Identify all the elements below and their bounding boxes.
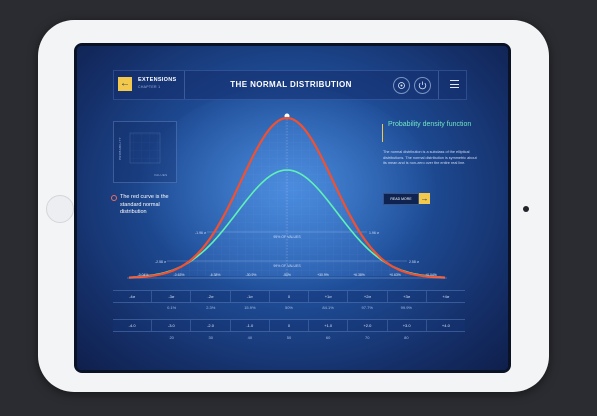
table-cell: 20 (169, 335, 174, 340)
sigma-label-right-99: 2.58 σ (409, 260, 420, 264)
table-cell: 97.7% (361, 305, 373, 310)
table-cell: 2.3% (206, 305, 216, 310)
x-tick-label: -30.9% (246, 273, 257, 277)
table-cell: -3σ (152, 291, 192, 302)
table-cell (426, 302, 465, 313)
table-cell: +2.0 (348, 320, 388, 331)
table-cell: 15.9% (244, 305, 256, 310)
camera-icon (523, 206, 529, 212)
table-cell (426, 332, 465, 343)
table-cell: 50% (284, 305, 293, 310)
table-row-cumulative: 0.1% 2.3% 15.9% 50% 84.1% 97.7% 99.9% (113, 302, 465, 313)
x-tick-label: +0.04% (425, 273, 437, 277)
table-cell: 30 (208, 335, 213, 340)
table-cell: 60 (325, 335, 331, 340)
band-label-99: 99% OF VALUES (273, 264, 301, 268)
x-tick-labels: -0.04% -0.63% -6.38% -30.9% -50% +30.9% +6.38%… (138, 273, 437, 277)
mini-chart-y-label: PROBABILITY (118, 137, 122, 160)
read-more-button[interactable]: READ MORE (383, 193, 419, 205)
page-title: THE NORMAL DISTRIBUTION (230, 80, 352, 89)
table-cell: +4.0 (441, 323, 450, 328)
x-tick-label: +6.38% (353, 273, 365, 277)
table-cell (113, 332, 152, 343)
mini-chart-x-label: VALUES (154, 173, 168, 177)
power-button[interactable] (414, 77, 431, 94)
mini-chart: PROBABILITY VALUES (113, 121, 177, 183)
back-arrow-icon[interactable]: ← (118, 77, 132, 91)
info-description: The normal distribution is a subclass of… (383, 150, 477, 166)
power-icon (418, 81, 427, 90)
band-label-95: 95% OF VALUES (273, 235, 301, 239)
x-tick-label: -0.63% (174, 273, 185, 277)
table-cell: 70 (364, 335, 370, 340)
sigma-label-left-95: -1.96 σ (195, 231, 207, 235)
sigma-label-right-95: 1.96 σ (369, 231, 380, 235)
info-title: Probability density function (388, 121, 472, 128)
table-cell: 80 (404, 335, 409, 340)
sigma-label-left-99: -2.58 σ (155, 260, 167, 264)
table-cell: +3.0 (388, 320, 427, 331)
legend-note: The red curve is the standard normal dis… (111, 194, 183, 217)
table-cell: -4.0 (113, 320, 153, 331)
red-curve-legend-icon (111, 195, 117, 201)
table-cell (113, 302, 152, 313)
table-cell: -3.0 (152, 320, 192, 331)
gear-icon (398, 82, 405, 89)
table-cell: +4σ (442, 294, 450, 299)
header-bar: ← EXTENSIONS CHAPTER 1 THE NORMAL DISTRI… (113, 70, 467, 100)
chapter-label: CHAPTER 1 (138, 85, 161, 89)
table-cell: -4σ (113, 291, 153, 302)
tablet-screen: -1.96 σ 1.96 σ -2.58 σ 2.58 σ 95% OF VAL… (74, 43, 511, 373)
settings-gear-icon[interactable] (393, 77, 410, 94)
header-divider-right (438, 71, 439, 99)
menu-icon[interactable] (450, 80, 459, 88)
table-cell: -2σ (191, 291, 231, 302)
home-button[interactable] (46, 195, 74, 223)
title-accent-bar (382, 124, 383, 142)
x-tick-label: -6.38% (210, 273, 221, 277)
table-cell: 84.1% (322, 305, 334, 310)
extensions-label[interactable]: EXTENSIONS (138, 77, 176, 83)
table-cell: 50 (286, 335, 292, 340)
table-cell: 0.1% (167, 305, 177, 310)
table-cell: 99.9% (400, 305, 412, 310)
x-tick-label: +30.9% (317, 273, 329, 277)
legend-note-text: The red curve is the standard normal dis… (120, 194, 169, 215)
table-row-tscore: 20 30 40 50 60 70 80 (113, 332, 465, 343)
table-cell: -2.0 (191, 320, 231, 331)
table-cell: +2σ (348, 291, 388, 302)
table-cell: 0 (270, 320, 310, 331)
table-cell: +3σ (388, 291, 427, 302)
x-tick-label: +0.63% (389, 273, 401, 277)
table-cell: 0 (270, 291, 310, 302)
table-row-zscore: -4.0 -3.0 -2.0 -1.0 0 +1.0 +2.0 +3.0 +4.… (113, 319, 465, 332)
table-cell: -1σ (231, 291, 270, 302)
x-tick-label: -50% (283, 273, 291, 277)
table-cell: 40 (247, 335, 253, 340)
table-cell: +1.0 (309, 320, 349, 331)
app-canvas: -1.96 σ 1.96 σ -2.58 σ 2.58 σ 95% OF VAL… (77, 46, 508, 370)
x-tick-label: -0.04% (138, 273, 149, 277)
read-more-arrow-icon[interactable]: → (419, 193, 430, 204)
table-cell: -1.0 (231, 320, 270, 331)
table-cell: +1σ (309, 291, 349, 302)
